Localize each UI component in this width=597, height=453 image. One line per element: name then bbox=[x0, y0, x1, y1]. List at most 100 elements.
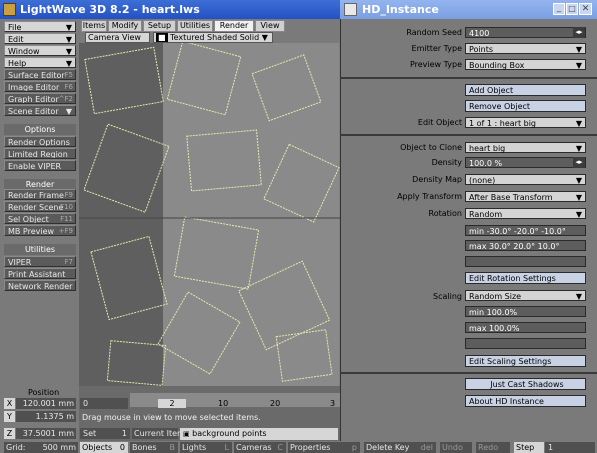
scale-max-field[interactable]: max 100.0% bbox=[465, 322, 586, 333]
hd-instance-title: HD_Instance bbox=[362, 3, 439, 16]
remove-object-button[interactable]: Remove Object bbox=[465, 100, 586, 112]
viper-button[interactable]: VIPER F7 bbox=[4, 256, 76, 267]
object-to-clone-label: Object to Clone bbox=[400, 143, 462, 152]
window-menu[interactable]: Window ▼ bbox=[4, 45, 76, 56]
z-position-field[interactable]: 37.5001 mm bbox=[16, 428, 76, 439]
properties-button[interactable]: Properties p bbox=[288, 442, 360, 453]
network-render-button[interactable]: Network Render bbox=[4, 280, 76, 291]
density-label: Density bbox=[431, 158, 462, 167]
density-field[interactable]: 100.0 % ◂▸ bbox=[465, 157, 586, 168]
chevron-down-icon: ▼ bbox=[575, 61, 582, 70]
chevron-down-icon: ▼ bbox=[575, 176, 582, 185]
rotation-min-field[interactable]: min -30.0° -20.0° -10.0° bbox=[465, 225, 586, 236]
tick-30: 3 bbox=[330, 399, 336, 408]
emitter-type-select[interactable]: Points ▼ bbox=[465, 43, 586, 54]
enable-viper-button[interactable]: Enable VIPER bbox=[4, 160, 76, 171]
print-assistant-button[interactable]: Print Assistant bbox=[4, 268, 76, 279]
bones-mode-button[interactable]: Bones B bbox=[130, 442, 178, 453]
tab-items[interactable]: Items bbox=[81, 20, 107, 32]
undo-button[interactable]: Undo bbox=[440, 442, 472, 453]
random-seed-spin-icon[interactable]: ◂▸ bbox=[573, 27, 585, 38]
redo-button[interactable]: Redo bbox=[476, 442, 510, 453]
tab-view[interactable]: View bbox=[255, 20, 285, 32]
graph-editor-button[interactable]: Graph Editor ^F2 bbox=[4, 93, 76, 104]
rotation-label: Rotation bbox=[428, 209, 462, 218]
about-hd-instance-button[interactable]: About HD Instance bbox=[465, 395, 586, 407]
chevron-down-icon: ▼ bbox=[575, 119, 582, 128]
item-icon: ▣ bbox=[183, 430, 190, 438]
render-scene-button[interactable]: Render Scene F10 bbox=[4, 201, 76, 212]
shading-mode-select[interactable]: ■ Textured Shaded Solid ▼ bbox=[153, 32, 273, 43]
render-frame-button[interactable]: Render Frame F9 bbox=[4, 189, 76, 200]
tab-utilities[interactable]: Utilities bbox=[177, 20, 213, 32]
app-title: LightWave 3D 8.2 - heart.lws bbox=[20, 3, 200, 16]
file-menu[interactable]: File ▼ bbox=[4, 21, 76, 32]
current-frame-marker[interactable]: 2 bbox=[158, 399, 186, 408]
edit-rotation-settings-button[interactable]: Edit Rotation Settings bbox=[465, 272, 586, 284]
lights-mode-button[interactable]: Lights L bbox=[180, 442, 232, 453]
chevron-down-icon: ▼ bbox=[575, 45, 582, 54]
just-cast-shadows-button[interactable]: Just Cast Shadows bbox=[465, 378, 586, 390]
status-hint: Drag mouse in view to move selected item… bbox=[82, 413, 261, 422]
current-item-label: Current Item bbox=[132, 428, 185, 439]
edit-object-select[interactable]: 1 of 1 : heart big ▼ bbox=[465, 117, 586, 128]
apply-transform-select[interactable]: After Base Transform ▼ bbox=[465, 191, 586, 202]
random-seed-field[interactable]: 4100 ◂▸ bbox=[465, 27, 586, 38]
image-editor-button[interactable]: Image Editor F6 bbox=[4, 81, 76, 92]
preview-type-label: Preview Type bbox=[409, 60, 462, 69]
object-to-clone-select[interactable]: heart big ▼ bbox=[465, 142, 586, 153]
limited-region-button[interactable]: Limited Region bbox=[4, 148, 76, 159]
chevron-down-icon: ▼ bbox=[575, 210, 582, 219]
density-map-select[interactable]: (none) ▼ bbox=[465, 174, 586, 185]
edit-scaling-settings-button[interactable]: Edit Scaling Settings bbox=[465, 355, 586, 367]
minimize-icon[interactable]: _ bbox=[553, 3, 565, 15]
z-axis-label: Z bbox=[4, 428, 15, 439]
view-type-select[interactable]: Camera View ▼ bbox=[85, 32, 150, 51]
divider bbox=[340, 77, 597, 79]
preview-type-select[interactable]: Bounding Box ▼ bbox=[465, 59, 586, 70]
app-titlebar: LightWave 3D 8.2 - heart.lws bbox=[0, 0, 340, 19]
grid-size-field[interactable]: Grid: 500 mm bbox=[4, 442, 78, 453]
step-field[interactable]: 1 bbox=[545, 442, 595, 453]
delete-key-button[interactable]: Delete Key del bbox=[364, 442, 436, 453]
scaling-select[interactable]: Random Size ▼ bbox=[465, 290, 586, 301]
close-icon[interactable]: ✕ bbox=[579, 3, 592, 15]
chevron-down-icon: ▼ bbox=[575, 292, 582, 301]
cameras-mode-button[interactable]: Cameras C bbox=[234, 442, 286, 453]
tick-20: 20 bbox=[270, 399, 281, 408]
tab-setup[interactable]: Setup bbox=[143, 20, 176, 32]
add-object-button[interactable]: Add Object bbox=[465, 84, 586, 96]
position-title: Position bbox=[28, 388, 60, 397]
tab-modify[interactable]: Modify bbox=[108, 20, 142, 32]
tab-render[interactable]: Render bbox=[214, 20, 254, 32]
rotation-max-field[interactable]: max 30.0° 20.0° 10.0° bbox=[465, 240, 586, 251]
scene-editor-button[interactable]: Scene Editor ▼ bbox=[4, 105, 76, 116]
maximize-icon[interactable]: □ bbox=[566, 3, 578, 15]
render-options-button[interactable]: Render Options bbox=[4, 136, 76, 147]
edit-menu[interactable]: Edit ▼ bbox=[4, 33, 76, 44]
y-position-field[interactable]: 1.1375 m bbox=[16, 411, 76, 422]
options-header: Options bbox=[4, 124, 76, 135]
x-axis-label: X bbox=[4, 398, 15, 409]
edit-object-label: Edit Object bbox=[417, 118, 462, 127]
mb-preview-button[interactable]: MB Preview +F9 bbox=[4, 225, 76, 236]
random-seed-label: Random Seed bbox=[406, 28, 462, 37]
objects-mode-button[interactable]: Objects 0 bbox=[80, 442, 128, 453]
divider bbox=[340, 134, 597, 136]
scale-min-field[interactable]: min 100.0% bbox=[465, 306, 586, 317]
scaling-label: Scaling bbox=[433, 292, 462, 301]
rotation-empty-field[interactable] bbox=[465, 256, 586, 267]
shading-icon: ■ bbox=[156, 33, 168, 42]
set-key-button[interactable]: Set 1 bbox=[80, 428, 130, 439]
chevron-down-icon: ▼ bbox=[575, 193, 582, 202]
current-item-select[interactable]: ▣ background points bbox=[180, 428, 338, 440]
render-selected-object-button[interactable]: Sel Object F11 bbox=[4, 213, 76, 224]
scale-empty-field[interactable] bbox=[465, 338, 586, 349]
help-menu[interactable]: Help ▼ bbox=[4, 57, 76, 68]
surface-editor-button[interactable]: Surface Editor F5 bbox=[4, 69, 76, 80]
x-position-field[interactable]: 120.001 mm bbox=[16, 398, 76, 409]
start-frame-field[interactable]: 0 bbox=[80, 398, 128, 409]
step-label: Step bbox=[514, 442, 544, 453]
rotation-select[interactable]: Random ▼ bbox=[465, 208, 586, 219]
density-spin-icon[interactable]: ◂▸ bbox=[573, 157, 585, 168]
